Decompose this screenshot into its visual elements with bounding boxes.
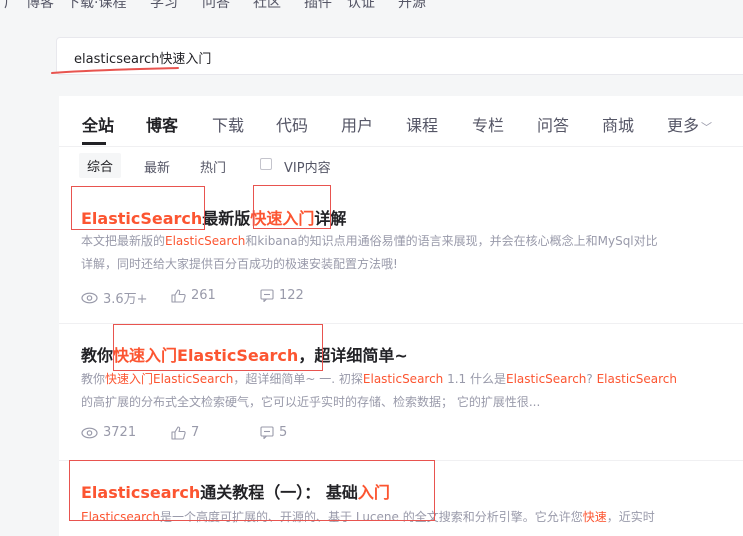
search-input[interactable] — [74, 50, 574, 65]
nav-item-plugin[interactable]: 插件 — [304, 0, 332, 12]
views-count: 3.6万+ — [103, 292, 148, 307]
desc-segment: ElasticSearch — [362, 372, 444, 386]
thumbs-up-icon — [171, 425, 186, 440]
filter-vip[interactable]: VIP内容 — [284, 157, 331, 176]
title-segment: 通关教程（一）： 基础 — [200, 483, 358, 502]
tab-more[interactable]: 更多 ﹀ — [667, 112, 712, 136]
desc-segment: ElasticSearch — [165, 234, 246, 248]
likes-stat[interactable]: 7 — [171, 425, 199, 440]
title-segment: ElasticSearch — [81, 209, 203, 228]
nav-item-community[interactable]: 社区 — [253, 0, 281, 12]
result-description: 本文把最新版的ElasticSearch和kibana的知识点用通俗易懂的语言来… — [81, 230, 743, 276]
chevron-down-icon: ﹀ — [701, 121, 713, 134]
result-title[interactable]: Elasticsearch通关教程（一）： 基础入门 — [81, 479, 390, 503]
top-nav: 广 博客 下载·课程 学习 问答 社区 插件 认证 开源 — [0, 0, 743, 12]
divider — [59, 323, 743, 324]
comments-count: 5 — [279, 425, 288, 440]
filter-hot[interactable]: 热门 — [200, 157, 226, 176]
divider — [59, 460, 743, 461]
likes-count: 7 — [191, 425, 200, 440]
nav-item[interactable]: 广 — [4, 0, 18, 12]
likes-stat[interactable]: 261 — [171, 288, 216, 303]
views-stat: 3721 — [81, 425, 136, 440]
annotation-underline — [51, 67, 179, 74]
nav-item-learn[interactable]: 学习 — [150, 0, 178, 12]
desc-segment: Elasticsearch — [81, 510, 161, 524]
filter-bar: 综合 最新 热门 VIP内容 — [59, 152, 743, 180]
tab-more-label: 更多 — [667, 116, 700, 135]
result-title[interactable]: 教你快速入门ElasticSearch，超详细简单~ — [81, 342, 408, 366]
comments-stat[interactable]: 122 — [260, 288, 304, 303]
comments-stat[interactable]: 5 — [260, 425, 287, 440]
active-tab-indicator — [82, 142, 106, 145]
title-segment: 快速入门 — [250, 209, 315, 228]
tab-qa[interactable]: 问答 — [537, 112, 569, 136]
nav-item-blog[interactable]: 博客 — [26, 0, 54, 12]
desc-segment: 快速 — [582, 510, 607, 524]
nav-item-opensource[interactable]: 开源 — [398, 0, 426, 12]
eye-icon — [81, 292, 98, 303]
result-description: Elasticsearch是一个高度可扩展的、开源的、基于 Lucene 的全文… — [81, 506, 743, 529]
title-segment: 教你 — [81, 346, 114, 365]
desc-segment: 详解，同时还给大家提供百分百成功的极速安装配置方法哦! — [81, 257, 398, 271]
likes-count: 261 — [191, 288, 216, 303]
filter-latest[interactable]: 最新 — [144, 157, 170, 176]
tab-user[interactable]: 用户 — [341, 112, 373, 136]
desc-segment: 本文把最新版的 — [81, 234, 166, 248]
comments-count: 122 — [279, 288, 304, 303]
tab-all[interactable]: 全站 — [82, 112, 114, 136]
desc-segment: ? — [586, 372, 597, 386]
vip-checkbox[interactable] — [260, 158, 272, 170]
title-segment: 最新版 — [202, 209, 251, 228]
title-segment: 快速入门ElasticSearch — [113, 346, 299, 365]
desc-segment: 教你 — [81, 372, 106, 386]
results-panel: 全站 博客 下载 代码 用户 课程 专栏 问答 商城 更多 ﹀ 综合 最新 热门 … — [59, 96, 743, 536]
title-segment: 入门 — [357, 483, 390, 502]
tab-code[interactable]: 代码 — [276, 112, 308, 136]
desc-segment: ，近实时 — [606, 510, 655, 524]
result-description: 教你快速入门ElasticSearch，超详细简单~ 一. 初探ElasticS… — [81, 368, 743, 414]
search-tabs: 全站 博客 下载 代码 用户 课程 专栏 问答 商城 更多 ﹀ — [59, 96, 743, 147]
tab-column[interactable]: 专栏 — [472, 112, 504, 136]
views-count: 3721 — [103, 425, 137, 440]
tab-course[interactable]: 课程 — [406, 112, 438, 136]
nav-item-qa[interactable]: 问答 — [202, 0, 230, 12]
comment-icon — [260, 289, 274, 302]
views-stat: 3.6万+ — [81, 288, 148, 307]
desc-segment: 和kibana的知识点用通俗易懂的语言来展现，并会在核心概念上和MySql对比 — [245, 234, 658, 248]
nav-item-cert[interactable]: 认证 — [347, 0, 375, 12]
comment-icon — [260, 426, 274, 439]
desc-segment: ，超详细简单~ 一. 初探 — [233, 372, 363, 386]
filter-comprehensive[interactable]: 综合 — [79, 153, 122, 178]
tab-blog[interactable]: 博客 — [146, 112, 178, 136]
tab-download[interactable]: 下载 — [212, 112, 244, 136]
thumbs-up-icon — [171, 288, 186, 303]
result-title[interactable]: ElasticSearch最新版快速入门详解 — [81, 205, 346, 229]
desc-segment: 1.1 什么是 — [443, 372, 507, 386]
tab-mall[interactable]: 商城 — [602, 112, 634, 136]
desc-segment: 的高扩展的分布式全文检索硬气，它可以近乎实时的存储、检索数据； 它的扩展性很..… — [81, 395, 541, 409]
eye-icon — [81, 427, 98, 438]
desc-segment: ElasticSearch — [596, 372, 677, 386]
title-segment: ，超详细简单~ — [298, 346, 408, 365]
nav-item-download[interactable]: 下载·课程 — [66, 0, 126, 12]
desc-segment: 是一个高度可扩展的、开源的、基于 Lucene 的全文搜索和分析引擎。它允许您 — [160, 510, 583, 524]
title-segment: Elasticsearch — [81, 483, 201, 502]
desc-segment: 快速入门ElasticSearch — [105, 372, 234, 386]
title-segment: 详解 — [314, 209, 347, 228]
desc-segment: ElasticSearch — [506, 372, 587, 386]
